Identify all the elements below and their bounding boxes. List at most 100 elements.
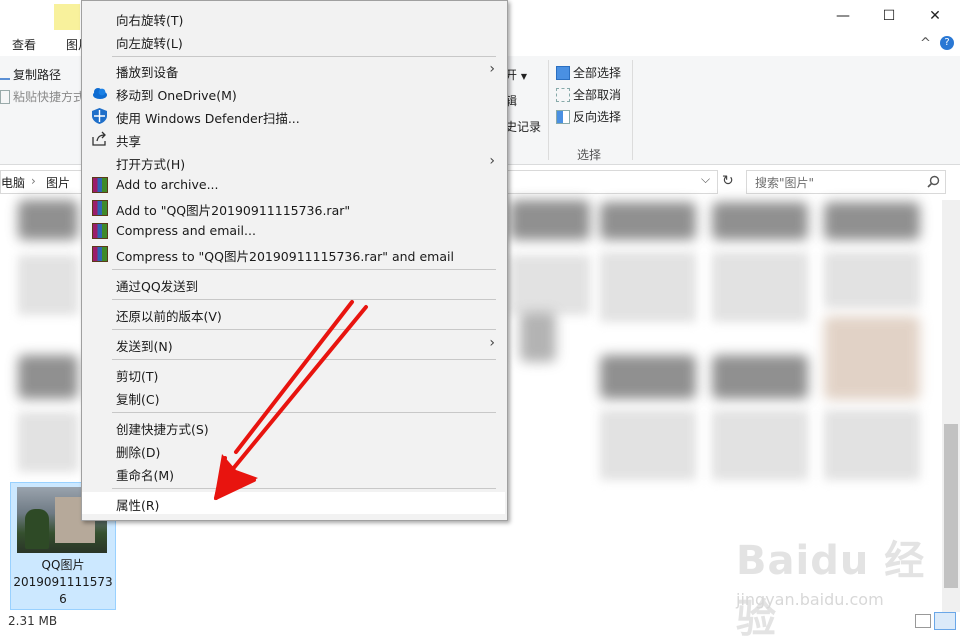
ribbon-divider [632,60,633,160]
submenu-arrow-icon: › [489,335,495,351]
winrar-icon [92,223,108,239]
menu-send-to[interactable]: 发送到(N) › [82,333,505,355]
open-dropdown-button[interactable]: 开 ▼ [505,66,527,83]
baidu-watermark-url: jingyan.baidu.com [736,590,884,609]
file-name-line-1: QQ图片 [41,558,85,572]
select-all-label: 全部选择 [573,66,622,80]
maximize-button[interactable]: ☐ [866,4,912,28]
menu-rotate-right[interactable]: 向右旋转(T) [82,7,505,29]
menu-item-label: 复制(C) [116,392,160,407]
menu-add-to-rar[interactable]: Add to "QQ图片20190911115736.rar" [82,197,505,219]
menu-separator [112,269,496,270]
menu-separator [112,488,496,489]
menu-add-to-archive[interactable]: Add to archive... [82,174,505,196]
menu-item-label: Add to "QQ图片20190911115736.rar" [116,203,351,218]
quick-access-tab-highlight [54,4,80,30]
menu-item-label: 重命名(M) [116,468,175,483]
status-size: 2.31 MB [8,614,58,628]
thumbnail-tree [25,509,49,549]
menu-compress-to-rar-and-email[interactable]: Compress to "QQ图片20190911115736.rar" and… [82,243,505,265]
history-button[interactable]: 史记录 [505,118,541,135]
chevron-down-icon: ▼ [520,72,527,81]
onedrive-cloud-icon [93,88,107,99]
breadcrumb-computer[interactable]: 电脑 [1,174,25,191]
tab-view[interactable]: 查看 [12,36,36,53]
menu-item-label: 创建快捷方式(S) [116,422,209,437]
collapse-ribbon-icon[interactable]: ^ [920,36,931,51]
submenu-arrow-icon: › [489,61,495,77]
menu-separator [112,299,496,300]
menu-item-label: Compress to "QQ图片20190911115736.rar" and… [116,249,454,264]
menu-defender-scan[interactable]: 使用 Windows Defender扫描... [82,105,505,127]
address-dropdown-icon[interactable]: ⌵ [701,172,710,187]
menu-item-label: 发送到(N) [116,339,173,354]
breadcrumb-pictures[interactable]: 图片 [46,174,70,191]
copy-path-button[interactable]: 复制路径 [0,66,61,83]
menu-rotate-left[interactable]: 向左旋转(L) [82,30,505,52]
menu-rename[interactable]: 重命名(M) [82,462,505,484]
menu-cut[interactable]: 剪切(T) [82,363,505,385]
winrar-icon [92,246,108,262]
menu-item-label: 向左旋转(L) [116,36,183,51]
search-icon[interactable] [927,175,940,188]
copy-path-label: 复制路径 [13,68,62,82]
breadcrumb-separator: › [31,174,36,188]
menu-move-to-onedrive[interactable]: 移动到 OneDrive(M) [82,82,505,104]
menu-separator [112,359,496,360]
refresh-icon[interactable]: ↻ [722,173,734,189]
scrollbar-thumb[interactable] [944,424,958,588]
submenu-arrow-icon: › [489,153,495,169]
paste-shortcut-button[interactable]: 粘贴快捷方式 [0,88,85,105]
invert-selection-button[interactable]: 反向选择 [556,108,621,125]
menu-item-label: 播放到设备 [116,65,179,80]
file-name-line-2: 2019091111573 [13,575,113,589]
menu-send-via-qq[interactable]: 通过QQ发送到 [82,273,505,295]
defender-shield-icon [92,108,107,124]
menu-item-label: 使用 Windows Defender扫描... [116,111,300,126]
menu-compress-and-email[interactable]: Compress and email... [82,220,505,242]
menu-item-label: 属性(R) [116,498,160,513]
menu-item-label: 移动到 OneDrive(M) [116,88,237,103]
select-all-button[interactable]: 全部选择 [556,64,621,81]
search-placeholder: 搜索"图片" [755,176,815,190]
menu-item-label: Add to archive... [116,177,219,192]
menu-restore-previous-versions[interactable]: 还原以前的版本(V) [82,303,505,325]
paste-shortcut-icon [0,90,10,104]
menu-copy[interactable]: 复制(C) [82,386,505,408]
menu-item-label: 还原以前的版本(V) [116,309,222,324]
copy-path-icon [0,68,10,82]
winrar-icon [92,177,108,193]
invert-selection-icon [556,110,570,124]
help-icon[interactable]: ? [940,36,954,50]
select-none-button[interactable]: 全部取消 [556,86,621,103]
file-name: QQ图片 2019091111573 6 [11,557,115,608]
search-box[interactable]: 搜索"图片" [746,170,946,194]
select-none-label: 全部取消 [573,88,622,102]
menu-item-label: 通过QQ发送到 [116,279,199,294]
context-menu: 向右旋转(T) 向左旋转(L) 播放到设备 › 移动到 OneDrive(M) 使… [81,0,508,521]
minimize-button[interactable]: — [820,4,866,28]
menu-item-label: 剪切(T) [116,369,159,384]
ribbon-divider [548,60,549,160]
share-icon [92,131,106,146]
menu-item-label: 向右旋转(T) [116,13,184,28]
menu-separator [112,56,496,57]
menu-create-shortcut[interactable]: 创建快捷方式(S) [82,416,505,438]
file-name-line-3: 6 [59,592,67,606]
menu-item-label: 打开方式(H) [116,157,186,172]
menu-separator [112,412,496,413]
close-button[interactable]: ✕ [912,4,958,28]
select-all-icon [556,66,570,80]
menu-item-label: 共享 [116,134,142,149]
large-icons-view-icon[interactable] [934,612,956,630]
details-view-icon[interactable] [915,614,931,628]
select-none-icon [556,88,570,102]
menu-item-label: Compress and email... [116,223,256,238]
select-group-label: 选择 [577,148,602,162]
menu-separator [112,329,496,330]
menu-delete[interactable]: 删除(D) [82,439,505,461]
menu-share[interactable]: 共享 [82,128,505,150]
menu-properties[interactable]: 属性(R) [82,492,505,514]
menu-cast-to-device[interactable]: 播放到设备 › [82,59,505,81]
menu-open-with[interactable]: 打开方式(H) › [82,151,505,173]
